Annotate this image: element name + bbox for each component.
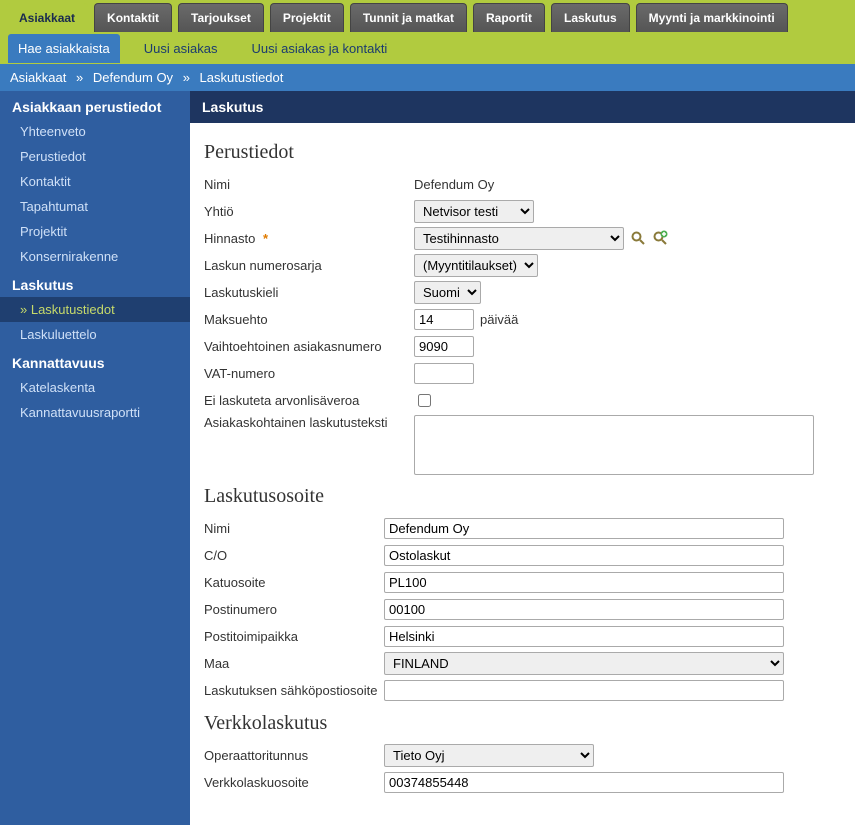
subnav-label: Uusi asiakas ja kontakti [251,41,387,56]
breadcrumb-sep: » [70,70,89,85]
input-lo-postinro[interactable] [384,599,784,620]
input-vat[interactable] [414,363,474,384]
sidebar: Asiakkaan perustiedot Yhteenveto Perusti… [0,91,190,825]
panel-title: Laskutus [190,91,855,123]
tab-label: Projektit [283,11,331,25]
input-maksuehto[interactable] [414,309,474,330]
sub-nav: Hae asiakkaista Uusi asiakas Uusi asiaka… [0,32,855,64]
input-vaihtoehtoinen[interactable] [414,336,474,357]
content-panel: Laskutus Perustiedot Nimi Defendum Oy Yh… [190,91,855,825]
label-hinnasto-text: Hinnasto [204,231,255,246]
tab-laskutus[interactable]: Laskutus [551,3,630,32]
checkbox-eilaskuteta[interactable] [418,394,431,407]
sidebar-group-perustiedot: Asiakkaan perustiedot [0,91,190,119]
sidebar-item-kontaktit[interactable]: Kontaktit [0,169,190,194]
input-lo-postitoimi[interactable] [384,626,784,647]
input-lo-email[interactable] [384,680,784,701]
label-maksuehto: Maksuehto [204,312,414,327]
tab-tarjoukset[interactable]: Tarjoukset [178,3,264,32]
sidebar-item-laskutustiedot[interactable]: Laskutustiedot [0,297,190,322]
sidebar-group-laskutus: Laskutus [0,269,190,297]
label-vat: VAT-numero [204,366,414,381]
label-lo-co: C/O [204,548,384,563]
label-eilaskuteta: Ei laskuteta arvonlisäveroa [204,393,414,408]
select-laskutuskieli[interactable]: Suomi [414,281,481,304]
select-vl-operaattori[interactable]: Tieto Oyj [384,744,594,767]
label-lo-postinro: Postinumero [204,602,384,617]
required-marker: * [259,231,268,246]
tab-label: Raportit [486,11,532,25]
sidebar-group-kannattavuus: Kannattavuus [0,347,190,375]
tab-label: Laskutus [564,11,617,25]
tab-projektit[interactable]: Projektit [270,3,344,32]
sidebar-item-tapahtumat[interactable]: Tapahtumat [0,194,190,219]
search-icon[interactable] [630,230,646,246]
tab-asiakkaat[interactable]: Asiakkaat [6,3,88,32]
input-lo-katu[interactable] [384,572,784,593]
label-hinnasto: Hinnasto * [204,231,414,246]
sidebar-item-konsernirakenne[interactable]: Konsernirakenne [0,244,190,269]
subnav-label: Uusi asiakas [144,41,218,56]
tab-label: Tarjoukset [191,11,251,25]
top-tab-bar: Asiakkaat Kontaktit Tarjoukset Projektit… [0,0,855,32]
select-yhtio[interactable]: Netvisor testi [414,200,534,223]
label-nimi: Nimi [204,177,414,192]
label-laskutuskieli: Laskutuskieli [204,285,414,300]
label-asiakaskohtainen: Asiakaskohtainen laskutusteksti [204,415,414,430]
sidebar-item-katelaskenta[interactable]: Katelaskenta [0,375,190,400]
label-lo-postitoimi: Postitoimipaikka [204,629,384,644]
label-lo-email: Laskutuksen sähköpostiosoite [204,683,384,698]
tab-myynti-ja-markkinointi[interactable]: Myynti ja markkinointi [636,3,788,32]
select-lo-maa[interactable]: FINLAND [384,652,784,675]
section-heading-perustiedot: Perustiedot [204,141,841,164]
label-lo-katu: Katuosoite [204,575,384,590]
subnav-label: Hae asiakkaista [18,41,110,56]
sidebar-item-projektit[interactable]: Projektit [0,219,190,244]
value-nimi: Defendum Oy [414,177,494,192]
input-lo-nimi[interactable] [384,518,784,539]
label-lo-maa: Maa [204,656,384,671]
label-vl-operaattori: Operaattoritunnus [204,748,384,763]
tab-kontaktit[interactable]: Kontaktit [94,3,172,32]
input-lo-co[interactable] [384,545,784,566]
tab-label: Tunnit ja matkat [363,11,454,25]
subnav-uusi-asiakas-ja-kontakti[interactable]: Uusi asiakas ja kontakti [241,34,397,63]
select-laskun-numerosarja[interactable]: (Myyntitilaukset) [414,254,538,277]
label-vl-osoite: Verkkolaskuosoite [204,775,384,790]
section-heading-verkkolaskutus: Verkkolaskutus [204,712,841,735]
label-laskun-numerosarja: Laskun numerosarja [204,258,414,273]
breadcrumb-part[interactable]: Asiakkaat [10,70,66,85]
sidebar-item-yhteenveto[interactable]: Yhteenveto [0,119,190,144]
select-hinnasto[interactable]: Testihinnasto [414,227,624,250]
section-heading-laskutusosoite: Laskutusosoite [204,485,841,508]
add-icon[interactable] [652,230,668,246]
breadcrumb-part: Laskutustiedot [200,70,284,85]
subnav-uusi-asiakas[interactable]: Uusi asiakas [134,34,228,63]
sidebar-item-perustiedot[interactable]: Perustiedot [0,144,190,169]
breadcrumb-part[interactable]: Defendum Oy [93,70,173,85]
breadcrumb: Asiakkaat » Defendum Oy » Laskutustiedot [0,64,855,91]
tab-raportit[interactable]: Raportit [473,3,545,32]
tab-label: Asiakkaat [19,11,75,25]
tab-label: Kontaktit [107,11,159,25]
tab-tunnit-ja-matkat[interactable]: Tunnit ja matkat [350,3,467,32]
maksuehto-suffix: päivää [480,312,518,327]
tab-label: Myynti ja markkinointi [649,11,775,25]
subnav-hae-asiakkaista[interactable]: Hae asiakkaista [8,34,120,63]
input-vl-osoite[interactable] [384,772,784,793]
breadcrumb-sep: » [177,70,196,85]
sidebar-item-laskuluettelo[interactable]: Laskuluettelo [0,322,190,347]
sidebar-item-kannattavuusraportti[interactable]: Kannattavuusraportti [0,400,190,425]
label-vaihtoehtoinen: Vaihtoehtoinen asiakasnumero [204,339,414,354]
label-yhtio: Yhtiö [204,204,414,219]
label-lo-nimi: Nimi [204,521,384,536]
textarea-asiakaskohtainen[interactable] [414,415,814,475]
